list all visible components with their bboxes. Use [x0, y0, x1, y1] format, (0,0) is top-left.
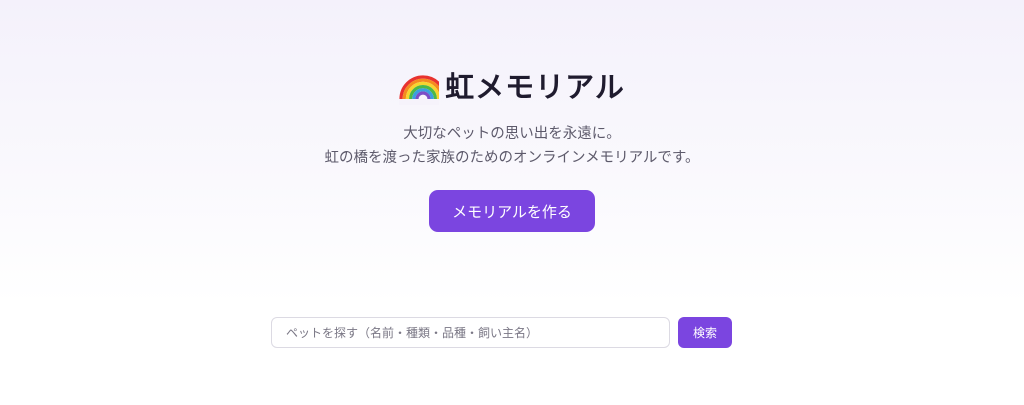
- search-bar: 検索: [271, 317, 732, 348]
- site-title: 虹メモリアル: [445, 70, 625, 104]
- tagline: 大切なペットの思い出を永遠に。 虹の橋を渡った家族のためのオンラインメモリアルで…: [325, 122, 700, 170]
- search-button[interactable]: 検索: [678, 317, 732, 348]
- tagline-line-2: 虹の橋を渡った家族のためのオンラインメモリアルです。: [324, 150, 700, 166]
- rainbow-icon: [399, 65, 440, 105]
- search-input[interactable]: [271, 317, 670, 348]
- tagline-line-1: 大切なペットの思い出を永遠に。: [403, 126, 621, 142]
- hero-section: 虹メモリアル 大切なペットの思い出を永遠に。 虹の橋を渡った家族のためのオンライ…: [0, 60, 1024, 232]
- site-header: 虹メモリアル: [399, 60, 625, 110]
- create-memorial-button[interactable]: メモリアルを作る: [429, 190, 595, 232]
